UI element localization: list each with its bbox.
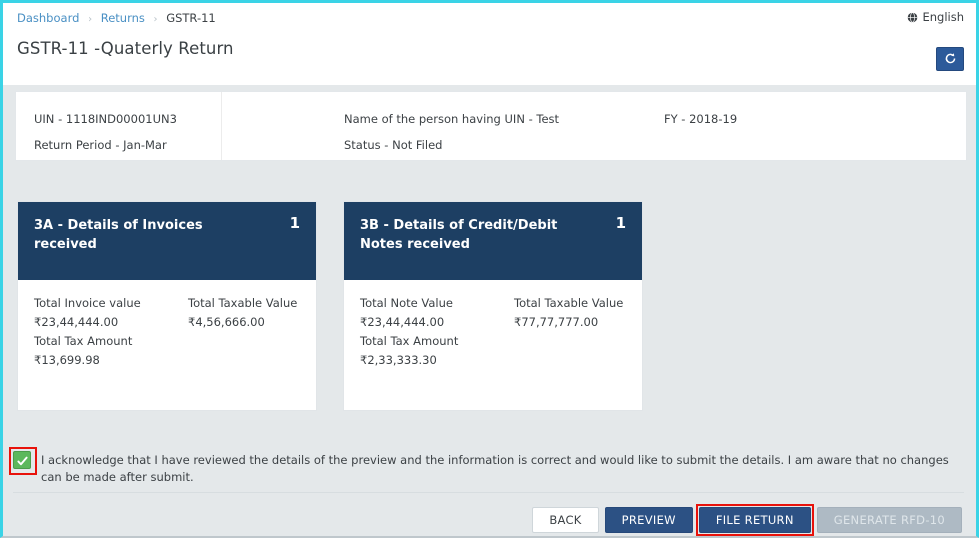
card-title: 3A - Details of Invoices received [34, 218, 203, 252]
breadcrumb: Dashboard › Returns › GSTR-11 [17, 11, 216, 25]
card-3b-credit-debit-notes[interactable]: 3B - Details of Credit/Debit Notes recei… [343, 201, 643, 411]
card-count-badge: 1 [289, 214, 300, 232]
check-icon [17, 453, 28, 466]
breadcrumb-item-returns[interactable]: Returns [101, 11, 145, 25]
total-taxable-value: ₹77,77,777.00 [514, 315, 599, 329]
card-body: Total Note Value ₹23,44,444.00 Total Tax… [344, 280, 642, 367]
card-left-column: Total Note Value ₹23,44,444.00 Total Tax… [360, 294, 510, 370]
info-column-uin: UIN - 1118IND00001UN3 Return Period - Ja… [34, 106, 177, 158]
total-tax-amount-label: Total Tax Amount [34, 334, 133, 348]
page-root: Dashboard › Returns › GSTR-11 English GS… [0, 0, 979, 538]
total-taxable-value-label: Total Taxable Value [188, 296, 298, 310]
language-label: English [922, 10, 964, 24]
total-tax-amount-value: ₹13,699.98 [34, 353, 100, 367]
file-return-button[interactable]: FILE RETURN [698, 507, 811, 533]
card-body: Total Invoice value ₹23,44,444.00 Total … [18, 280, 316, 367]
card-right-column: Total Taxable Value ₹4,56,666.00 [188, 294, 318, 332]
preview-button[interactable]: PREVIEW [604, 507, 693, 533]
total-note-value: ₹23,44,444.00 [360, 315, 445, 329]
financial-year-label: FY - 2018-19 [664, 112, 738, 126]
total-invoice-value-label: Total Invoice value [34, 296, 141, 310]
refresh-button[interactable] [936, 47, 964, 71]
file-return-wrapper: FILE RETURN [695, 504, 814, 536]
breadcrumb-item-gstr11: GSTR-11 [166, 11, 216, 25]
return-period-label: Return Period - Jan-Mar [34, 138, 167, 152]
total-invoice-value: ₹23,44,444.00 [34, 315, 119, 329]
total-tax-amount-value: ₹2,33,333.30 [360, 353, 437, 367]
breadcrumb-separator: › [153, 14, 158, 25]
globe-icon [907, 11, 918, 23]
action-button-row: BACK PREVIEW FILE RETURN GENERATE RFD-10 [532, 504, 962, 536]
generate-rfd-10-button: GENERATE RFD-10 [816, 507, 962, 533]
breadcrumb-separator: › [88, 14, 93, 25]
page-title: GSTR-11 -Quaterly Return [17, 39, 234, 58]
total-taxable-value-label: Total Taxable Value [514, 296, 624, 310]
info-divider [221, 92, 222, 160]
top-panel: Dashboard › Returns › GSTR-11 English GS… [3, 3, 976, 85]
return-info-bar: UIN - 1118IND00001UN3 Return Period - Ja… [15, 91, 967, 161]
status-label: Status - Not Filed [344, 138, 443, 152]
info-column-person: Name of the person having UIN - Test Sta… [344, 106, 559, 158]
breadcrumb-item-dashboard[interactable]: Dashboard [17, 11, 79, 25]
card-header: 3A - Details of Invoices received 1 [18, 202, 316, 280]
card-header: 3B - Details of Credit/Debit Notes recei… [344, 202, 642, 280]
card-right-column: Total Taxable Value ₹77,77,777.00 [514, 294, 644, 332]
total-tax-amount-label: Total Tax Amount [360, 334, 459, 348]
refresh-icon [944, 50, 957, 69]
info-column-fy: FY - 2018-19 [664, 106, 737, 132]
section-divider [13, 492, 964, 493]
uin-label: UIN - 1118IND00001UN3 [34, 112, 177, 126]
card-3a-invoices[interactable]: 3A - Details of Invoices received 1 Tota… [17, 201, 317, 411]
back-button[interactable]: BACK [532, 507, 599, 533]
acknowledgment-text: I acknowledge that I have reviewed the d… [41, 453, 949, 484]
card-count-badge: 1 [615, 214, 626, 232]
card-title: 3B - Details of Credit/Debit Notes recei… [360, 218, 558, 252]
total-taxable-value: ₹4,56,666.00 [188, 315, 265, 329]
acknowledgment-checkbox[interactable] [9, 447, 37, 475]
card-left-column: Total Invoice value ₹23,44,444.00 Total … [34, 294, 184, 370]
total-note-value-label: Total Note Value [360, 296, 453, 310]
language-selector[interactable]: English [907, 10, 964, 24]
person-name-label: Name of the person having UIN - Test [344, 112, 560, 126]
